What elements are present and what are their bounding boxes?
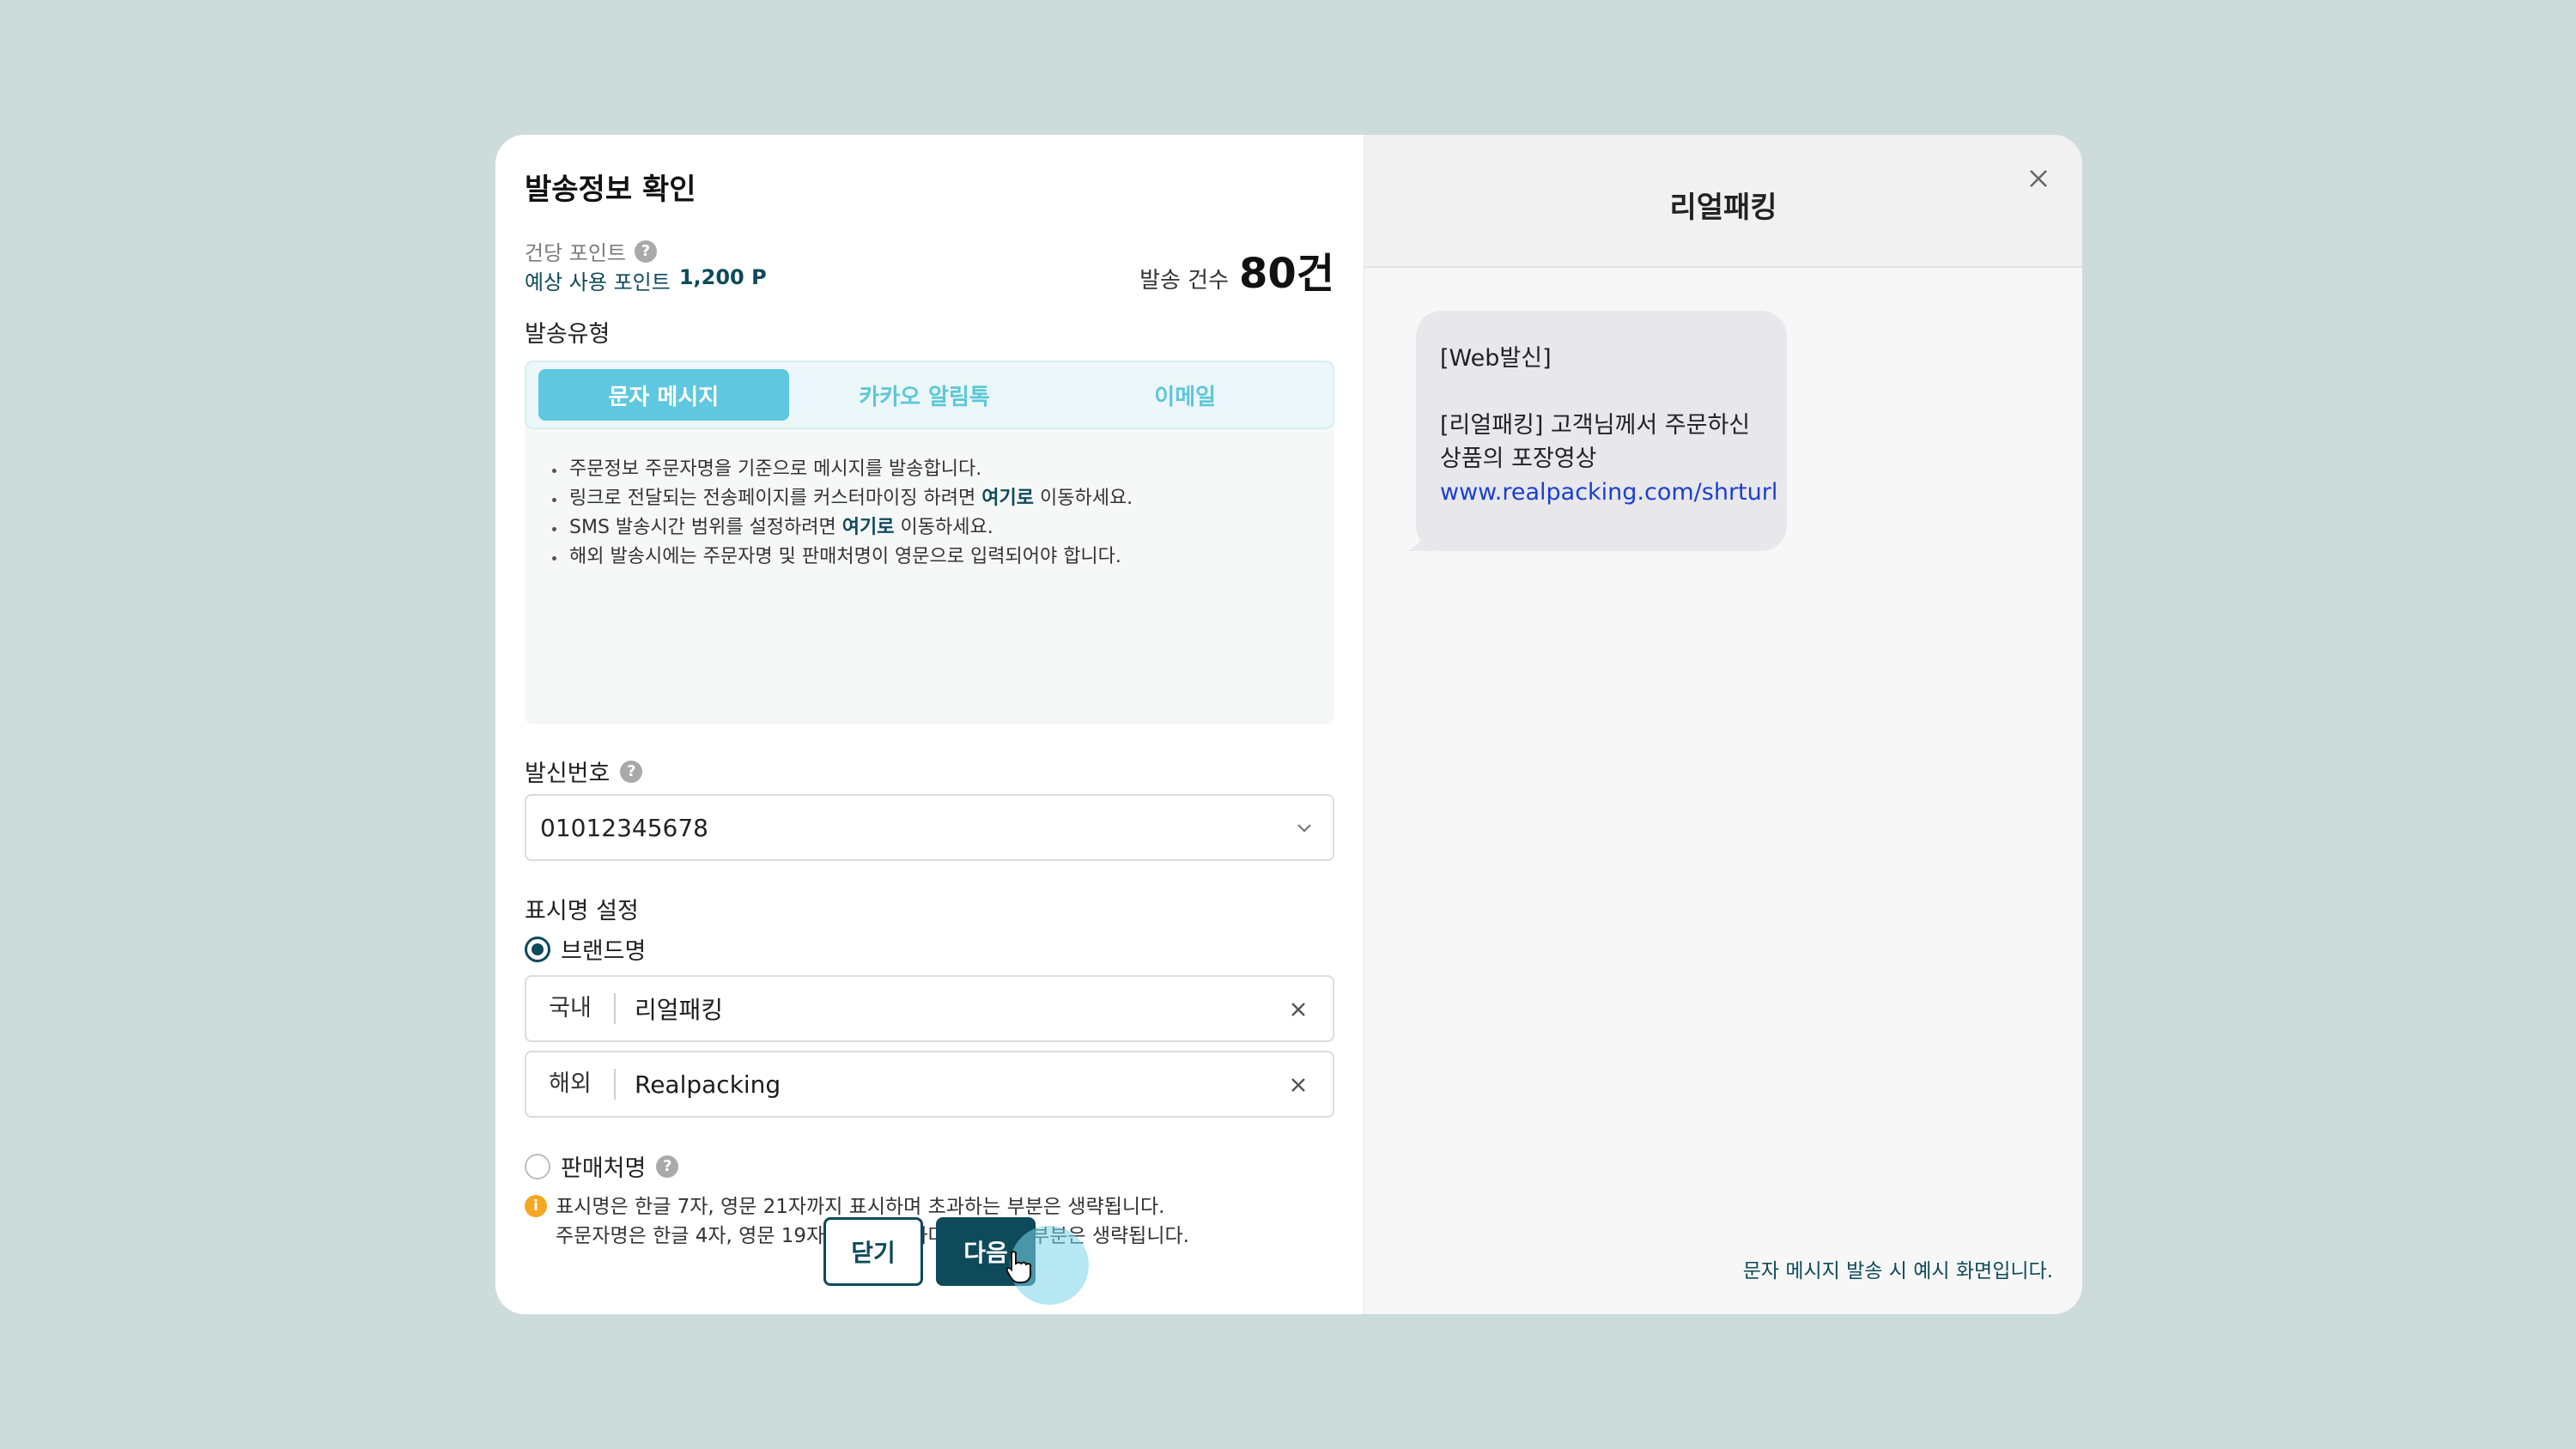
list-item: 링크로 전달되는 전송페이지를 커스터마이징 하려면 여기로 이동하세요. bbox=[550, 484, 1133, 513]
send-type-box: 문자 메시지 카카오 알림톡 이메일 주문정보 주문자명을 기준으로 메시지를 … bbox=[525, 361, 1334, 724]
message-line: [리얼패킹] 고객님께서 주문하신 bbox=[1440, 412, 1751, 439]
message-line: [Web발신] bbox=[1440, 345, 1552, 372]
overseas-name-field[interactable]: 해외 Realpacking bbox=[525, 1051, 1334, 1118]
note-text: 링크로 전달되는 전송페이지를 커스터마이징 하려면 bbox=[569, 488, 982, 509]
per-item-points: 건당 포인트 ? bbox=[525, 236, 658, 266]
sender-number-value: 01012345678 bbox=[540, 813, 708, 842]
list-item: 해외 발송시에는 주문자명 및 판매처명이 영문으로 입력되어야 합니다. bbox=[550, 543, 1133, 572]
send-count-value: 80건 bbox=[1239, 250, 1334, 298]
note-text: SMS 발송시간 범위를 설정하려면 bbox=[569, 517, 842, 538]
send-type-notes: 주문정보 주문자명을 기준으로 메시지를 발송합니다. 링크로 전달되는 전송페… bbox=[550, 455, 1133, 572]
help-icon[interactable]: ? bbox=[656, 1155, 679, 1178]
preview-note: 문자 메시지 발송 시 예시 화면입니다. bbox=[1742, 1260, 2053, 1282]
close-icon[interactable] bbox=[2026, 166, 2051, 191]
sms-time-settings-link[interactable]: 여기로 bbox=[842, 517, 895, 538]
modal-title: 발송정보 확인 bbox=[525, 173, 696, 207]
brand-name-option[interactable]: 브랜드명 bbox=[525, 932, 646, 966]
per-item-points-label: 건당 포인트 bbox=[525, 241, 627, 265]
radio-seller-name[interactable] bbox=[525, 1153, 550, 1179]
tab-kakao-alimtalk[interactable]: 카카오 알림톡 bbox=[799, 369, 1050, 421]
preview-brand-name: 리얼패킹 bbox=[1669, 191, 1777, 225]
domestic-name-value[interactable]: 리얼패킹 bbox=[616, 991, 723, 1026]
estimated-points-value: 1,200 P bbox=[678, 265, 767, 289]
domestic-name-field[interactable]: 국내 리얼패킹 bbox=[525, 975, 1334, 1042]
list-item: 주문정보 주문자명을 기준으로 메시지를 발송합니다. bbox=[550, 455, 1133, 484]
tab-email[interactable]: 이메일 bbox=[1060, 369, 1310, 421]
overseas-prefix: 해외 bbox=[526, 1069, 616, 1100]
message-line: 상품의 포장영상 bbox=[1440, 446, 1597, 472]
list-item: SMS 발송시간 범위를 설정하려면 여기로 이동하세요. bbox=[550, 513, 1133, 543]
sender-number-select[interactable]: 01012345678 bbox=[525, 794, 1334, 861]
display-name-label: 표시명 설정 bbox=[525, 892, 639, 925]
info-icon: i bbox=[525, 1195, 547, 1217]
note-text: 주문정보 주문자명을 기준으로 메시지를 발송합니다. bbox=[569, 458, 982, 480]
seller-name-option[interactable]: 판매처명 ? bbox=[525, 1149, 679, 1183]
note-text: 해외 발송시에는 주문자명 및 판매처명이 영문으로 입력되어야 합니다. bbox=[569, 546, 1121, 567]
note-text: 이동하세요. bbox=[1033, 488, 1133, 509]
tab-sms[interactable]: 문자 메시지 bbox=[538, 369, 789, 421]
send-info-modal: 발송정보 확인 건당 포인트 ? 예상 사용 포인트 1,200 P 발송 건수… bbox=[495, 135, 2082, 1314]
help-icon[interactable]: ? bbox=[620, 760, 643, 783]
chevron-down-icon bbox=[1297, 824, 1311, 833]
sender-number-label: 발신번호 ? bbox=[525, 755, 643, 788]
estimated-points-label: 예상 사용 포인트 bbox=[525, 270, 671, 294]
message-link[interactable]: www.realpacking.com/shrturl bbox=[1440, 476, 1777, 509]
send-type-label: 발송유형 bbox=[525, 315, 610, 349]
send-count: 발송 건수 80건 bbox=[1139, 239, 1334, 300]
message-bubble: [Web발신] [리얼패킹] 고객님께서 주문하신 상품의 포장영상 www.r… bbox=[1407, 311, 1787, 551]
sender-number-label-text: 발신번호 bbox=[525, 761, 611, 787]
radio-brand-name[interactable] bbox=[525, 936, 550, 962]
overseas-name-value[interactable]: Realpacking bbox=[616, 1070, 781, 1099]
clear-icon[interactable] bbox=[1290, 1001, 1307, 1018]
hand-cursor-icon bbox=[1005, 1250, 1031, 1283]
bubble-tail bbox=[1407, 529, 1433, 551]
note-text: 이동하세요. bbox=[894, 517, 993, 538]
close-button[interactable]: 닫기 bbox=[823, 1217, 923, 1286]
send-type-tabs: 문자 메시지 카카오 알림톡 이메일 bbox=[525, 361, 1334, 429]
estimated-points: 예상 사용 포인트 1,200 P bbox=[525, 265, 767, 295]
help-icon[interactable]: ? bbox=[635, 239, 658, 263]
send-count-label: 발송 건수 bbox=[1139, 268, 1230, 294]
seller-name-label: 판매처명 bbox=[561, 1155, 647, 1182]
preview-panel: 리얼패킹 [Web발신] [리얼패킹] 고객님께서 주문하신 상품의 포장영상 … bbox=[1364, 135, 2082, 1314]
clear-icon[interactable] bbox=[1290, 1076, 1307, 1094]
customize-page-link[interactable]: 여기로 bbox=[981, 488, 1034, 509]
send-info-panel: 발송정보 확인 건당 포인트 ? 예상 사용 포인트 1,200 P 발송 건수… bbox=[495, 135, 1364, 1314]
send-type-label-text: 발송유형 bbox=[525, 321, 611, 348]
preview-header: 리얼패킹 bbox=[1364, 135, 2082, 268]
brand-name-label: 브랜드명 bbox=[561, 938, 647, 965]
display-name-label-text: 표시명 설정 bbox=[525, 898, 639, 925]
domestic-prefix: 국내 bbox=[526, 993, 616, 1024]
